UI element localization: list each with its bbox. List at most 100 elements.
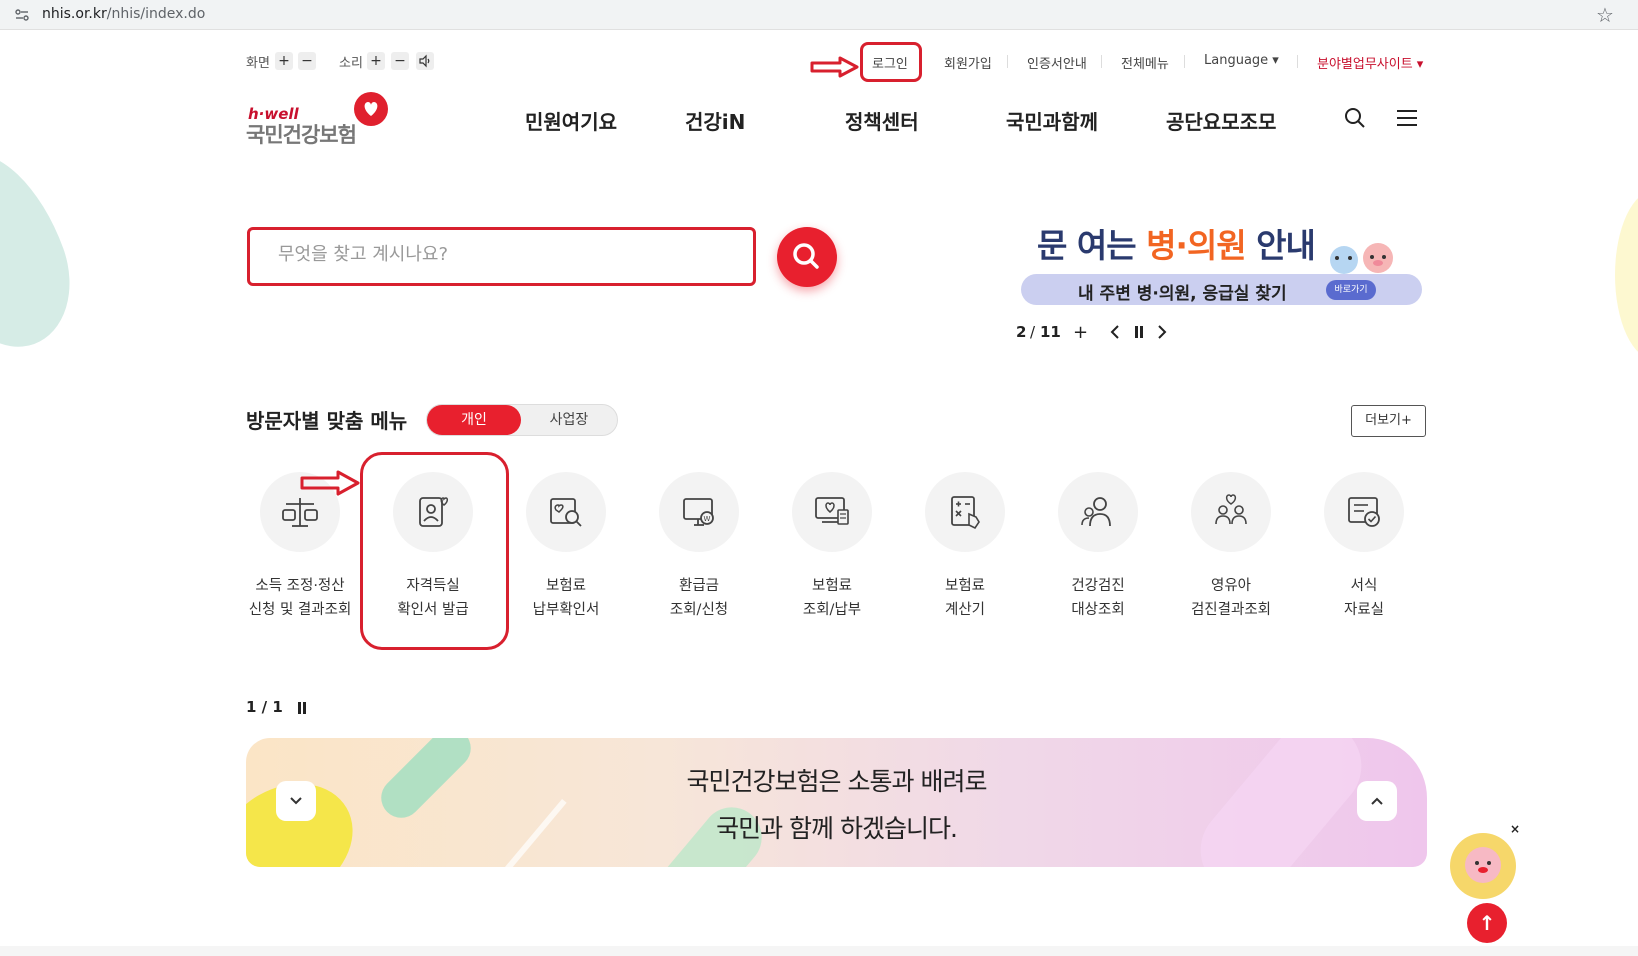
certificate-guide-link[interactable]: 인증서안내 (1027, 53, 1087, 72)
full-menu-link[interactable]: 전체메뉴 (1121, 53, 1169, 72)
hamburger-menu-icon[interactable] (1396, 108, 1418, 128)
more-button[interactable]: 더보기+ (1351, 405, 1426, 437)
language-dropdown[interactable]: Language ▾ (1204, 53, 1279, 68)
promo-title-highlight: 병·의원 (1146, 226, 1247, 265)
browser-address-bar[interactable]: nhis.or.kr/nhis/index.do ☆ (0, 0, 1638, 30)
nav-policy-center[interactable]: 정책센터 (845, 106, 919, 135)
divider (1184, 55, 1185, 68)
promo-counter-current: 2 (1016, 323, 1027, 341)
sound-label: 소리 (339, 56, 363, 71)
quick-item-forms-library[interactable]: 서식자료실 (1299, 472, 1429, 632)
label-line: 계산기 (944, 602, 986, 618)
quick-item-label: 서식자료실 (1299, 574, 1429, 622)
logo-korean: 국민건강보험 (246, 123, 357, 147)
chevron-up-icon (1371, 797, 1383, 805)
banner-collapse-button[interactable] (276, 781, 316, 821)
decorative-blob-left (0, 135, 91, 365)
nav-with-citizens[interactable]: 국민과함께 (1006, 106, 1098, 135)
divider (1101, 55, 1102, 68)
tab-personal[interactable]: 개인 (427, 405, 521, 435)
quick-item-premium-receipt[interactable]: 보험료 납부확인서 (501, 472, 631, 632)
label-line: 보험료 (811, 578, 853, 594)
screen-zoom-label: 화면 (246, 56, 270, 71)
scroll-top-button[interactable]: ↑ (1467, 903, 1507, 943)
main-search-box (247, 227, 756, 286)
quick-item-premium-payment[interactable]: 보험료 조회/납부 (767, 472, 897, 632)
footer-strip (0, 946, 1638, 956)
quick-item-premium-calculator[interactable]: 보험료계산기 (900, 472, 1030, 632)
url-path: /nhis/index.do (106, 6, 206, 22)
quick-item-circle (1324, 472, 1404, 552)
label-line: 서식 (1350, 578, 1378, 594)
screen-zoom-in-button[interactable]: + (275, 52, 293, 70)
quick-item-health-checkup-target[interactable]: 건강검진대상조회 (1033, 472, 1163, 632)
quick-item-refund[interactable]: W 환급금 조회/신청 (634, 472, 764, 632)
promo-counter-separator: / (1030, 323, 1036, 341)
label-line: 보험료 (944, 578, 986, 594)
search-icon[interactable] (1343, 106, 1367, 130)
label-line: 대상조회 (1071, 602, 1125, 618)
quick-item-label: 보험료계산기 (900, 574, 1030, 622)
promo-subtitle: 내 주변 병·의원, 응급실 찾기 (1078, 284, 1287, 304)
tab-business[interactable]: 사업장 (521, 405, 617, 435)
quick-item-circle: W (659, 472, 739, 552)
banner-expand-button[interactable] (1357, 781, 1397, 821)
quick-item-circle (526, 472, 606, 552)
logo-heart-icon (354, 92, 388, 126)
chevron-down-icon (290, 797, 302, 805)
document-search-icon (550, 498, 582, 527)
screen-zoom-out-button[interactable]: − (298, 52, 316, 70)
promo-next-icon[interactable] (1156, 324, 1168, 340)
divider (1297, 55, 1298, 68)
field-sites-dropdown[interactable]: 분야별업무사이트 ▾ (1317, 53, 1423, 72)
form-check-icon (1348, 497, 1380, 527)
promo-pause-icon[interactable] (1133, 325, 1145, 339)
bookmark-star-icon[interactable]: ☆ (1596, 3, 1614, 27)
slogan-banner: 국민건강보험은 소통과 배려로 국민과 함께 하겠습니다. (246, 738, 1427, 867)
quick-item-infant-checkup-result[interactable]: 영유아 검진결과조회 (1166, 472, 1296, 632)
label-line: 납부확인서 (532, 602, 600, 618)
nav-corporation-info[interactable]: 공단요모조모 (1166, 106, 1276, 135)
sound-down-button[interactable]: − (391, 52, 409, 70)
visitor-type-toggle: 개인 사업장 (426, 404, 618, 436)
promo-go-button[interactable]: 바로가기 (1326, 280, 1376, 300)
label-line: 건강검진 (1071, 578, 1125, 594)
decorative-blob-right (1615, 190, 1638, 360)
mascot-characters-icon (1330, 243, 1393, 274)
quick-item-circle (792, 472, 872, 552)
promo-title: 문 여는 병·의원 안내 (1037, 219, 1316, 267)
quick-item-circle (1058, 472, 1138, 552)
nav-civil-service[interactable]: 민원여기요 (525, 106, 617, 135)
label-line: 자료실 (1343, 602, 1385, 618)
scale-icon (282, 498, 318, 527)
annotation-arrow-login-icon (810, 56, 859, 78)
quick-item-income-adjust[interactable]: 소득 조정·정산신청 및 결과조회 (235, 472, 365, 632)
nav-health-in[interactable]: 건강iN (685, 106, 745, 135)
url-text[interactable]: nhis.or.kr/nhis/index.do (42, 6, 205, 22)
promo-title-post: 안내 (1245, 226, 1316, 265)
chatbot-button[interactable] (1450, 833, 1516, 899)
quick-menu-page-count: 1 / 1 (246, 698, 283, 716)
family-heart-icon (1215, 494, 1247, 525)
group-search-icon (1081, 497, 1111, 527)
slogan-line-2: 국민과 함께 하겠습니다. (716, 814, 958, 843)
promo-prev-icon[interactable] (1109, 324, 1121, 340)
quick-item-label: 보험료 납부확인서 (501, 574, 631, 622)
label-line: 소득 조정·정산 (255, 578, 345, 594)
monitor-heart-icon (815, 497, 849, 525)
main-search-button[interactable] (777, 227, 837, 287)
main-search-input[interactable] (278, 244, 728, 265)
quick-item-circle (925, 472, 1005, 552)
label-line: 신청 및 결과조회 (248, 602, 352, 618)
url-host: nhis.or.kr (42, 6, 107, 22)
quick-item-label: 건강검진대상조회 (1033, 574, 1163, 622)
signup-link[interactable]: 회원가입 (944, 53, 992, 72)
search-icon (793, 243, 819, 269)
chatbot-close-button[interactable]: × (1510, 822, 1520, 836)
quick-menu-pause-icon[interactable] (297, 701, 309, 715)
promo-add-icon[interactable]: + (1073, 322, 1088, 343)
site-info-icon[interactable] (14, 7, 30, 23)
speaker-icon[interactable] (416, 52, 434, 70)
sound-up-button[interactable]: + (367, 52, 385, 70)
promo-counter-total: 11 (1040, 323, 1061, 341)
